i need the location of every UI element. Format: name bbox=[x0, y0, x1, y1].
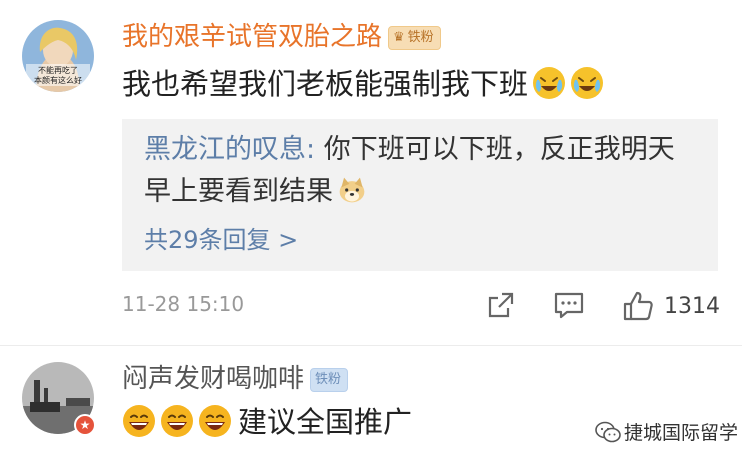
laugh-emoji-icon bbox=[161, 405, 193, 437]
reply-text-2: 早上要看到结果 bbox=[144, 176, 333, 207]
fan-badge-label: 铁粉 bbox=[407, 30, 434, 45]
like-button[interactable]: 1314 bbox=[622, 290, 720, 322]
reply-author[interactable]: 黑龙江的叹息: bbox=[144, 134, 315, 165]
username-text[interactable]: 我的艰辛试管双胎之路 bbox=[122, 22, 382, 52]
comment-text: 我也希望我们老板能强制我下班 bbox=[122, 66, 604, 102]
comment-2: ★ 闷声发财喝咖啡 铁粉 建议全国推广 bbox=[0, 346, 742, 466]
svg-text:本颜有这么好: 本颜有这么好 bbox=[34, 75, 82, 85]
laugh-emoji-icon bbox=[199, 405, 231, 437]
fan-badge: ♛ 铁粉 bbox=[388, 26, 441, 50]
comment-text-content: 我也希望我们老板能强制我下班 bbox=[122, 67, 529, 101]
laugh-emoji-icon bbox=[123, 405, 155, 437]
fan-badge-label: 铁粉 bbox=[315, 372, 342, 387]
thumbs-up-icon bbox=[623, 291, 653, 321]
avatar[interactable]: 不能再吃了 本颜有这么好 bbox=[22, 20, 94, 92]
laugh-cry-emoji-icon bbox=[533, 67, 566, 99]
reply-text-1: 你下班可以下班，反正我明天 bbox=[315, 134, 675, 165]
doge-emoji-icon bbox=[339, 177, 365, 203]
svg-text:不能再吃了: 不能再吃了 bbox=[38, 65, 78, 75]
reply-line-1: 黑龙江的叹息: 你下班可以下班，反正我明天 bbox=[144, 133, 675, 167]
reply-line-2: 早上要看到结果 bbox=[144, 175, 367, 209]
like-count: 1314 bbox=[664, 293, 720, 319]
username[interactable]: 我的艰辛试管双胎之路 ♛ 铁粉 bbox=[122, 22, 441, 52]
share-icon bbox=[488, 292, 514, 318]
reply-box[interactable]: 黑龙江的叹息: 你下班可以下班，反正我明天 早上要看到结果 共29条回复 > bbox=[122, 119, 718, 271]
comment-text-content: 建议全国推广 bbox=[238, 405, 413, 439]
watermark-text: 捷城国际留学 bbox=[623, 422, 738, 444]
watermark: 捷城国际留学 bbox=[595, 418, 738, 445]
verified-badge-icon: ★ bbox=[74, 414, 96, 436]
avatar[interactable]: ★ bbox=[22, 362, 96, 436]
view-replies-label[interactable]: 共29条回复 > bbox=[144, 226, 298, 254]
comment-text: 建议全国推广 bbox=[122, 404, 412, 440]
comment-time: 11-28 15:10 bbox=[122, 292, 245, 316]
comment-button[interactable] bbox=[553, 290, 585, 320]
comment-icon bbox=[554, 292, 584, 319]
crown-icon: ♛ bbox=[393, 30, 405, 45]
avatar-image: 不能再吃了 本颜有这么好 bbox=[22, 20, 94, 92]
fan-badge: 铁粉 bbox=[310, 368, 349, 392]
view-replies-link[interactable]: 共29条回复 > bbox=[144, 223, 298, 257]
username[interactable]: 闷声发财喝咖啡 铁粉 bbox=[122, 364, 349, 394]
share-button[interactable] bbox=[486, 290, 516, 320]
username-text[interactable]: 闷声发财喝咖啡 bbox=[122, 364, 304, 394]
comment-1: 不能再吃了 本颜有这么好 我的艰辛试管双胎之路 ♛ 铁粉 我也希望我们老板能强制我下… bbox=[0, 0, 742, 345]
wechat-icon bbox=[595, 421, 621, 442]
laugh-cry-emoji-icon bbox=[571, 67, 604, 99]
